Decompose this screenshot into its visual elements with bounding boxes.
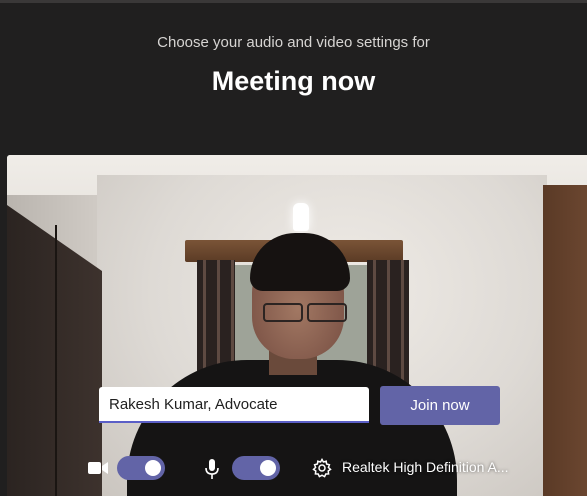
meeting-title: Meeting now: [211, 66, 376, 96]
device-controls-bar: Realtek High Definition A...: [0, 448, 587, 488]
glasses-lens-right: [307, 303, 347, 322]
camera-toggle[interactable]: [117, 456, 165, 480]
video-preview: [7, 155, 587, 496]
gear-icon[interactable]: [312, 457, 332, 478]
camera-icon: [88, 460, 108, 476]
microphone-toggle[interactable]: [232, 456, 280, 480]
wall-lamp: [293, 203, 309, 231]
glasses-lens-left: [263, 303, 303, 322]
microphone-icon: [204, 458, 220, 480]
prejoin-subtitle: Choose your audio and video settings for: [157, 34, 430, 51]
meeting-prejoin-screen: Choose your audio and video settings for…: [0, 0, 587, 496]
microphone-toggle-knob: [260, 460, 276, 476]
audio-device-label[interactable]: Realtek High Definition A...: [342, 459, 509, 475]
display-name-input[interactable]: [99, 387, 369, 423]
join-now-button[interactable]: Join now: [380, 386, 500, 425]
title-bar-strip: [0, 0, 587, 3]
person-glasses: [259, 303, 349, 322]
camera-toggle-knob: [145, 460, 161, 476]
